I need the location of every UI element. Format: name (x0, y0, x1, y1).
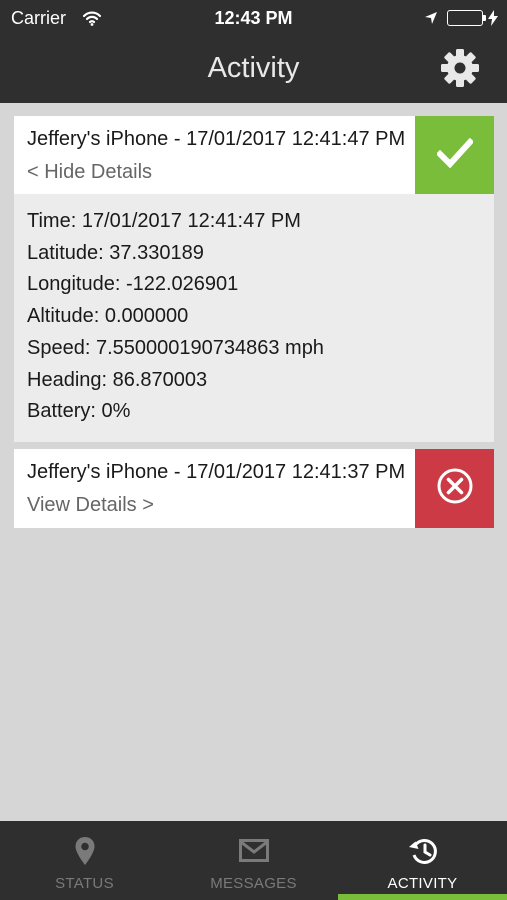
detail-heading: Heading: 86.870003 (27, 368, 208, 391)
envelope-icon (169, 836, 338, 863)
view-details-link[interactable]: View Details > (27, 494, 154, 517)
page-title: Activity (207, 52, 300, 84)
charging-bolt-icon (488, 10, 498, 31)
tab-messages[interactable]: MESSAGES (169, 821, 338, 900)
activity-entry: Jeffery's iPhone - 17/01/2017 12:41:47 P… (14, 116, 494, 442)
detail-altitude: Altitude: 0.000000 (27, 305, 189, 328)
tab-label: MESSAGES (210, 875, 297, 892)
status-bar: Carrier 12:43 PM (0, 0, 507, 36)
battery-tip (483, 15, 486, 21)
tab-status[interactable]: STATUS (0, 821, 169, 900)
tab-activity[interactable]: ACTIVITY (338, 821, 507, 900)
detail-longitude: Longitude: -122.026901 (27, 273, 239, 296)
tab-bar: STATUS MESSAGES ACTIVITY (0, 821, 507, 900)
success-badge (415, 116, 494, 194)
detail-latitude: Latitude: 37.330189 (27, 241, 204, 264)
history-icon (338, 836, 507, 866)
failure-badge (415, 449, 494, 528)
tab-label: ACTIVITY (387, 875, 458, 892)
entry-title: Jeffery's iPhone - 17/01/2017 12:41:47 P… (27, 128, 406, 150)
detail-speed: Speed: 7.550000190734863 mph (27, 336, 324, 359)
detail-time: Time: 17/01/2017 12:41:47 PM (27, 210, 301, 232)
activity-entry: Jeffery's iPhone - 17/01/2017 12:41:37 P… (14, 449, 494, 528)
map-pin-icon (0, 836, 169, 866)
hide-details-link[interactable]: < Hide Details (27, 161, 152, 184)
tab-label: STATUS (55, 875, 114, 892)
close-circle-icon (436, 467, 474, 510)
settings-gear-icon[interactable] (440, 48, 480, 88)
battery-icon (447, 10, 483, 26)
active-tab-indicator (338, 894, 507, 900)
checkmark-icon (435, 137, 474, 173)
location-arrow-icon (424, 11, 438, 30)
app-header: Carrier 12:43 PM Activity (0, 0, 507, 103)
entry-title: Jeffery's iPhone - 17/01/2017 12:41:37 P… (27, 461, 406, 483)
detail-battery: Battery: 0% (27, 400, 131, 423)
entry-details: Time: 17/01/2017 12:41:47 PM Latitude: 3… (14, 194, 494, 442)
